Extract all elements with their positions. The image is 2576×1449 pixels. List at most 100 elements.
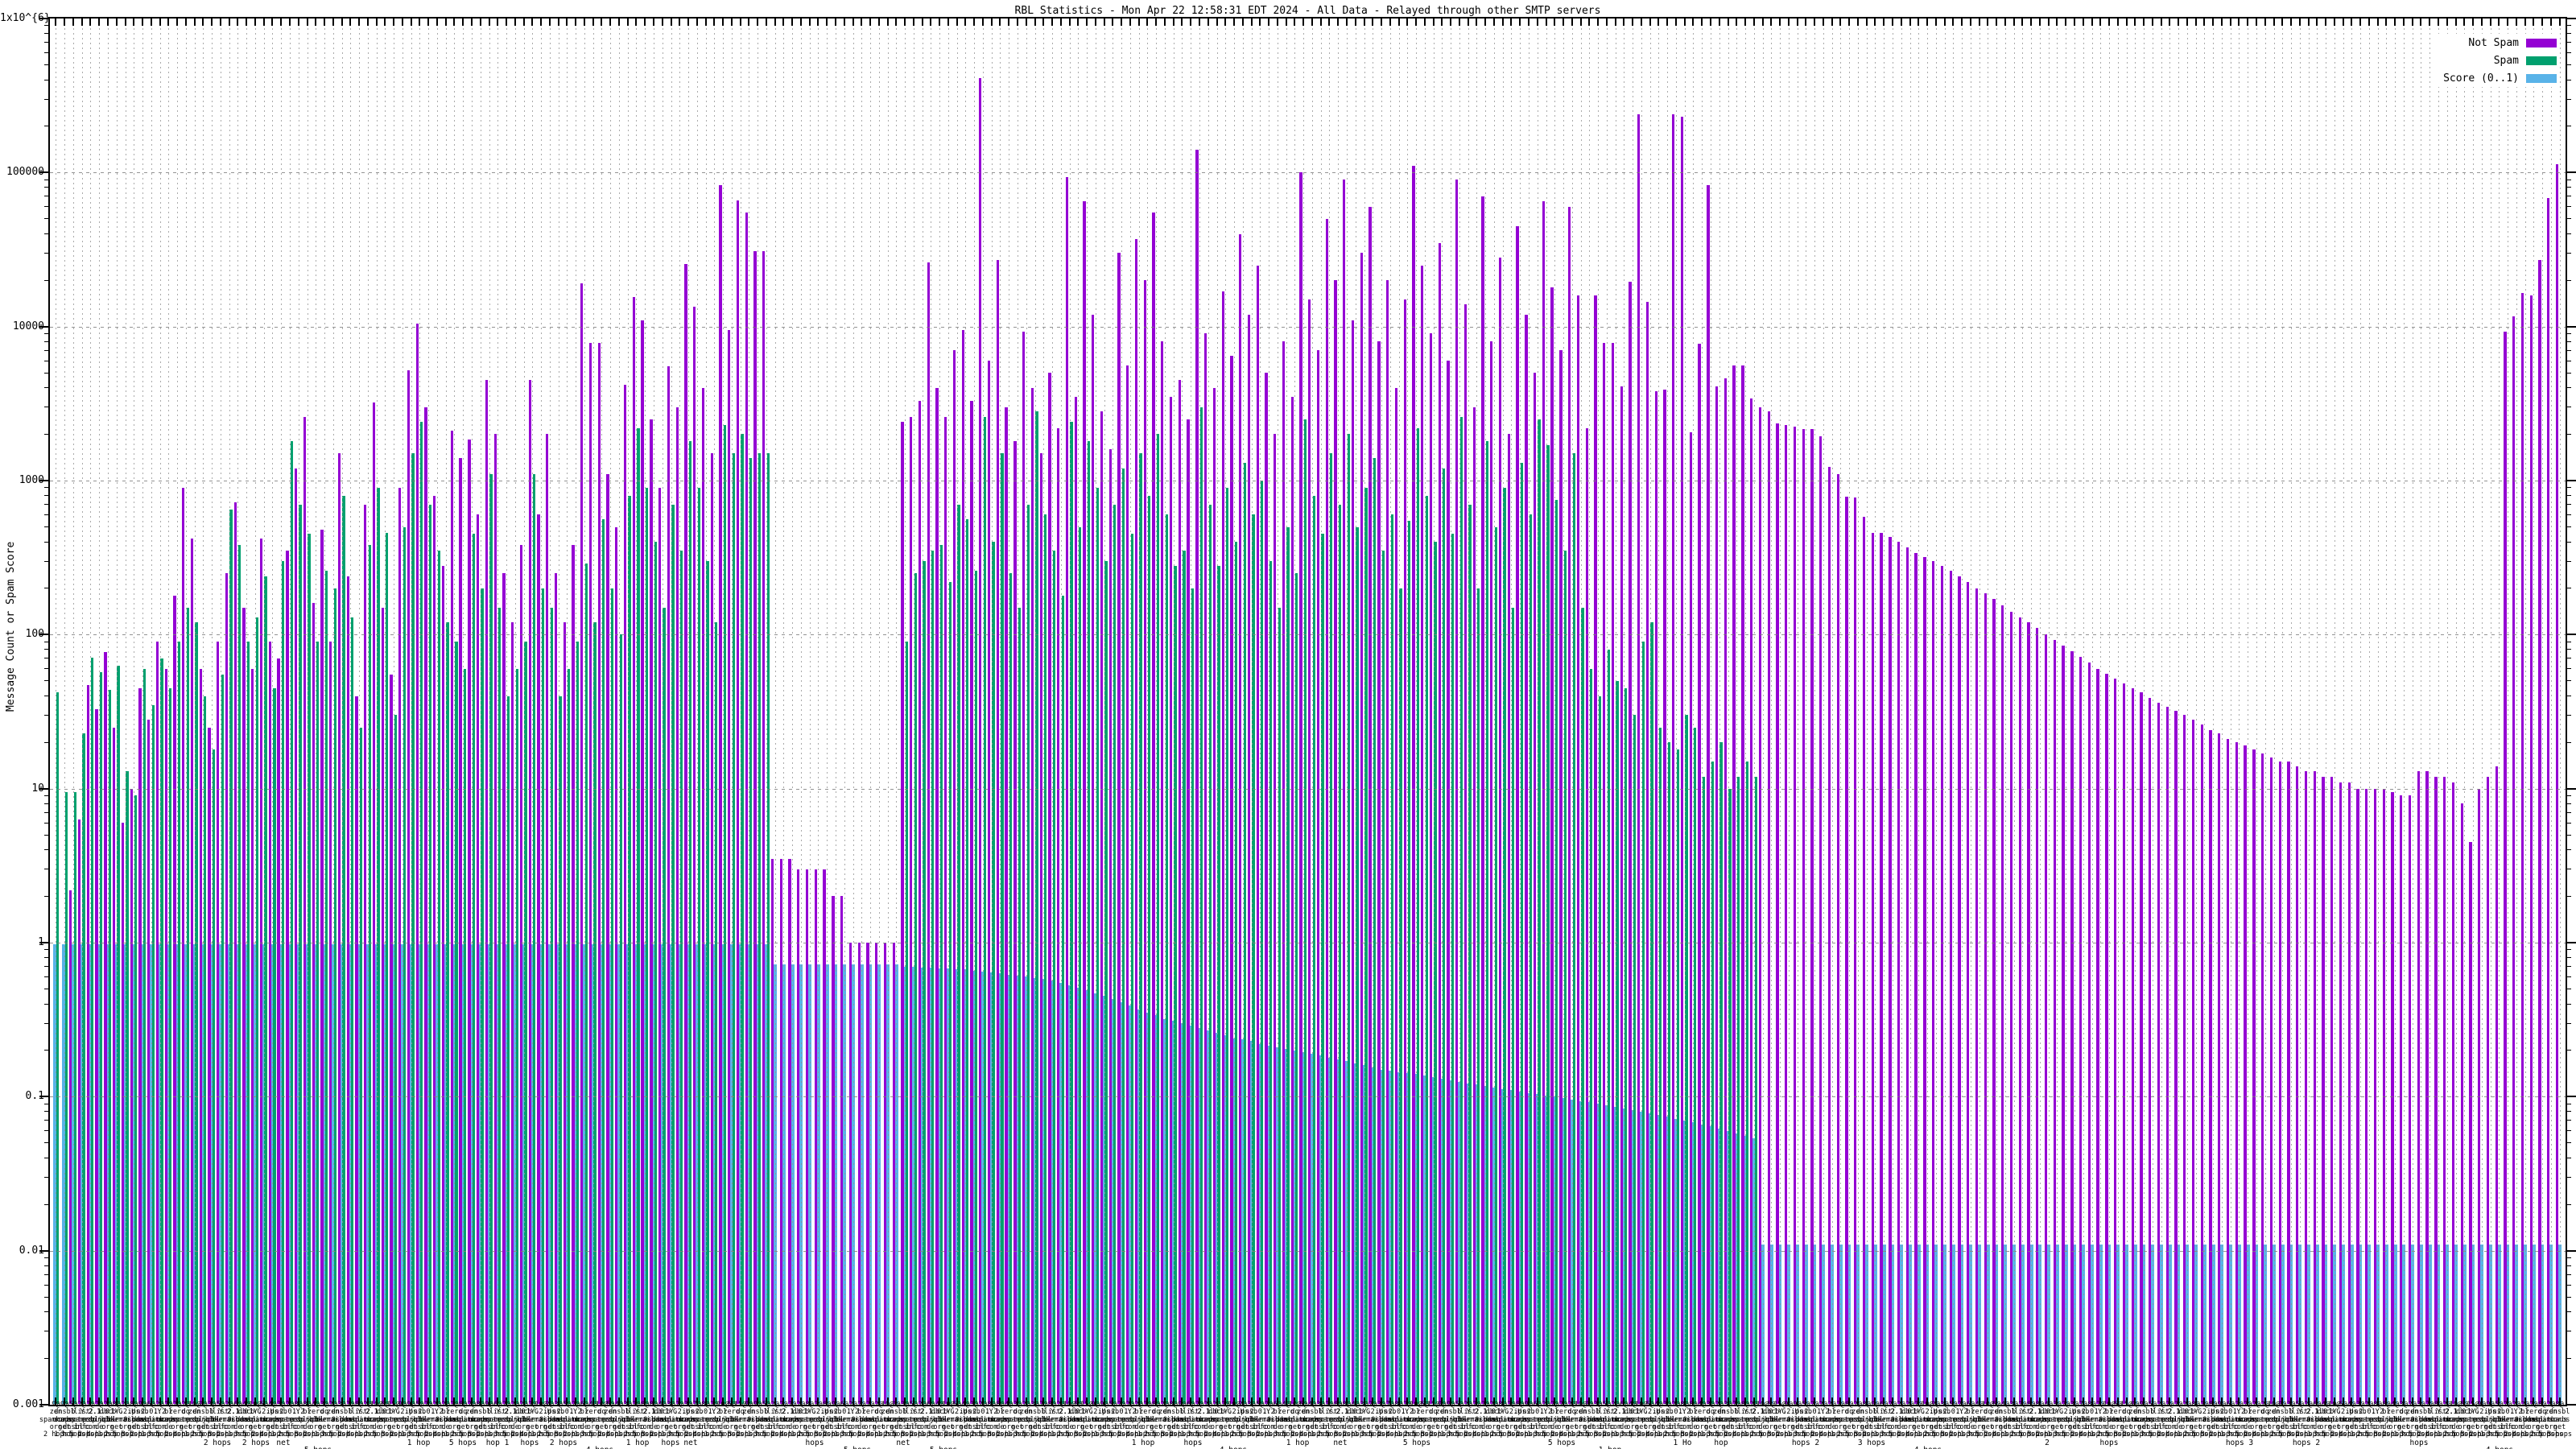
y-minor-tick-left <box>44 206 50 207</box>
x-tick-top <box>523 19 525 26</box>
x-tick-bottom <box>246 1397 247 1405</box>
x-tick-bottom <box>1311 1397 1313 1405</box>
x-sub-label: net <box>276 1439 290 1447</box>
x-tick-top <box>1554 19 1555 26</box>
x-tick-top <box>791 19 793 26</box>
x-tick-bottom <box>531 1397 533 1405</box>
y-minor-tick-right <box>2566 25 2571 26</box>
x-tick-bottom <box>462 1397 464 1405</box>
y-minor-tick-right <box>2566 1297 2571 1298</box>
x-tick-top <box>280 19 282 26</box>
chart-title: RBL Statistics - Mon Apr 22 12:58:31 EDT… <box>50 5 2566 17</box>
x-tick-top <box>1710 19 1711 26</box>
x-tick-bottom <box>791 1397 793 1405</box>
x-tick-top <box>2403 19 2405 26</box>
x-tick-bottom <box>263 1397 265 1405</box>
y-minor-tick-right <box>2566 1204 2571 1205</box>
x-tick-top <box>2455 19 2457 26</box>
x-tick-bottom <box>722 1397 724 1405</box>
y-minor-tick-right <box>2566 33 2571 34</box>
x-tick-bottom <box>2403 1397 2405 1405</box>
x-tick-bottom <box>1554 1397 1555 1405</box>
x-tick-top <box>1008 19 1009 26</box>
legend-row-not-spam: Not Spam <box>2432 34 2557 52</box>
plot-border <box>48 17 2567 1406</box>
x-tick-bottom <box>2420 1397 2421 1405</box>
x-tick-bottom <box>1675 1397 1677 1405</box>
x-tick-top <box>782 19 784 26</box>
y-minor-tick-right <box>2566 742 2571 743</box>
x-tick-bottom <box>2152 1397 2153 1405</box>
x-tick-top <box>384 19 386 26</box>
x-tick-bottom <box>2359 1397 2361 1405</box>
x-tick-top <box>1346 19 1348 26</box>
x-tick-bottom <box>1831 1397 1833 1405</box>
x-tick-top <box>2143 19 2145 26</box>
y-minor-tick-left <box>44 1358 50 1359</box>
x-tick-bottom <box>1901 1397 1902 1405</box>
x-tick-top <box>687 19 689 26</box>
x-tick-bottom <box>229 1397 230 1405</box>
y-minor-tick-left <box>44 434 50 435</box>
x-tick-bottom <box>1389 1397 1391 1405</box>
x-tick-bottom <box>1979 1397 1980 1405</box>
x-tick-top <box>2550 19 2552 26</box>
x-tick-top <box>947 19 949 26</box>
x-tick-top <box>1051 19 1053 26</box>
y-minor-tick-left <box>44 1111 50 1112</box>
x-tick-bottom <box>2325 1397 2326 1405</box>
x-tick-bottom <box>964 1397 966 1405</box>
x-tick-bottom <box>1805 1397 1806 1405</box>
x-tick-top <box>1588 19 1590 26</box>
x-tick-top <box>766 19 767 26</box>
y-minor-tick-left <box>44 25 50 26</box>
x-tick-top <box>263 19 265 26</box>
x-tick-bottom <box>1146 1397 1148 1405</box>
x-tick-bottom <box>2256 1397 2257 1405</box>
x-tick-top <box>1060 19 1062 26</box>
x-tick-bottom <box>2178 1397 2179 1405</box>
y-minor-tick-left <box>44 495 50 496</box>
x-tick-top <box>2377 19 2379 26</box>
x-tick-bottom <box>1129 1397 1131 1405</box>
x-tick-bottom <box>2273 1397 2275 1405</box>
x-tick-top <box>2463 19 2465 26</box>
y-minor-tick-right <box>2566 387 2571 388</box>
y-minor-tick-left <box>44 715 50 716</box>
x-tick-top <box>506 19 507 26</box>
x-tick-bottom <box>1355 1397 1356 1405</box>
x-tick-top <box>1814 19 1815 26</box>
x-tick-top <box>1839 19 1841 26</box>
y-minor-tick-right <box>2566 187 2571 188</box>
x-tick-top <box>2013 19 2015 26</box>
x-tick-bottom <box>2516 1397 2517 1405</box>
x-tick-top <box>2412 19 2413 26</box>
x-tick-bottom <box>1216 1397 1218 1405</box>
y-minor-tick-right <box>2566 561 2571 562</box>
x-tick-bottom <box>1961 1397 1963 1405</box>
x-tick-top <box>1649 19 1651 26</box>
x-tick-top <box>220 19 221 26</box>
x-tick-bottom <box>757 1397 758 1405</box>
x-tick-bottom <box>2316 1397 2318 1405</box>
x-tick-bottom <box>1121 1397 1122 1405</box>
x-tick-bottom <box>1597 1397 1599 1405</box>
x-tick-top <box>1138 19 1140 26</box>
x-tick-top <box>72 19 74 26</box>
x-tick-top <box>1121 19 1122 26</box>
y-minor-tick-right <box>2566 823 2571 824</box>
x-tick-bottom <box>1138 1397 1140 1405</box>
x-tick-top <box>1979 19 1980 26</box>
y-minor-tick-left <box>44 1257 50 1258</box>
x-tick-bottom <box>1528 1397 1530 1405</box>
y-minor-tick-right <box>2566 333 2571 334</box>
x-tick-bottom <box>566 1397 568 1405</box>
x-tick-bottom <box>358 1397 360 1405</box>
x-tick-bottom <box>1632 1397 1633 1405</box>
x-tick-bottom <box>1701 1397 1703 1405</box>
x-tick-bottom <box>393 1397 394 1405</box>
x-tick-bottom <box>98 1397 100 1405</box>
x-tick-bottom <box>1233 1397 1235 1405</box>
y-major-tick-right <box>2566 326 2576 328</box>
x-tick-top <box>584 19 585 26</box>
